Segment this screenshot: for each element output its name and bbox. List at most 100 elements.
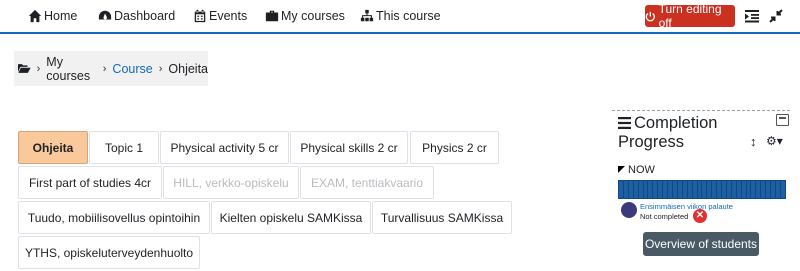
progress-segment bbox=[722, 181, 726, 198]
tab-label: First part of studies 4cr bbox=[28, 175, 152, 190]
tab-label: Tuudo, mobiilisovellus opintoihin bbox=[27, 210, 201, 225]
progress-segment bbox=[780, 181, 785, 198]
progress-segment bbox=[648, 181, 653, 198]
progress-segment bbox=[628, 181, 633, 198]
now-marker-icon bbox=[618, 166, 625, 173]
nav-events[interactable]: Events bbox=[193, 0, 247, 32]
progress-segment bbox=[731, 181, 736, 198]
progress-segment bbox=[623, 181, 628, 198]
nav-dashboard[interactable]: Dashboard bbox=[98, 0, 175, 32]
nav-home-label: Home bbox=[44, 9, 78, 23]
tab-label: HILL, verkko-opiskelu bbox=[173, 175, 289, 190]
tab-label: Kielten opiskelu SAMKissa bbox=[219, 210, 363, 225]
progress-segment bbox=[761, 181, 766, 198]
briefcase-icon bbox=[265, 10, 279, 22]
tab-label: Physical skills 2 cr bbox=[300, 140, 398, 155]
nav-dashboard-label: Dashboard bbox=[114, 9, 176, 23]
tab-ohjeita[interactable]: Ohjeita bbox=[18, 131, 88, 164]
dashboard-icon bbox=[98, 10, 112, 20]
nav-my-courses-label: My courses bbox=[281, 9, 345, 23]
nav-my-courses[interactable]: My courses bbox=[265, 0, 345, 32]
breadcrumb-separator-icon: › bbox=[102, 62, 107, 75]
breadcrumb-separator-icon: › bbox=[158, 62, 163, 75]
tab-label: Physics 2 cr bbox=[422, 140, 487, 155]
completion-progress-title-text: Completion Progress bbox=[618, 114, 718, 151]
turn-editing-off-label: Turn editing off bbox=[658, 2, 722, 30]
activity-status: Not completed bbox=[640, 212, 689, 221]
tab-label: EXAM, tenttiakvaario bbox=[310, 175, 424, 190]
block-divider bbox=[612, 110, 790, 111]
home-icon bbox=[28, 9, 42, 23]
tab-topic-1[interactable]: Topic 1 bbox=[89, 131, 159, 164]
progress-segment bbox=[712, 181, 717, 198]
activity-link[interactable]: Ensimmäisen viikon palaute bbox=[640, 202, 733, 211]
top-navbar: Home Dashboard Events My courses This co… bbox=[0, 0, 800, 34]
activity-feedback-icon bbox=[621, 202, 637, 218]
progress-segment bbox=[771, 181, 775, 198]
progress-segment bbox=[766, 181, 771, 198]
progress-segment bbox=[692, 181, 697, 198]
nav-events-label: Events bbox=[209, 9, 248, 23]
tab-yths[interactable]: YTHS, opiskeluterveydenhuolto bbox=[18, 236, 200, 269]
compress-icon[interactable] bbox=[768, 8, 784, 24]
progress-segment bbox=[776, 181, 780, 198]
progress-bar[interactable] bbox=[618, 180, 786, 199]
now-label: NOW bbox=[628, 164, 655, 176]
tab-tuudo[interactable]: Tuudo, mobiilisovellus opintoihin bbox=[18, 201, 210, 234]
progress-segment bbox=[619, 181, 623, 198]
progress-segment bbox=[663, 181, 668, 198]
tab-exam: EXAM, tenttiakvaario bbox=[300, 166, 434, 199]
overview-of-students-button[interactable]: Overview of students bbox=[643, 232, 759, 256]
progress-segment bbox=[677, 181, 682, 198]
progress-segment bbox=[726, 181, 731, 198]
completion-progress-title: Completion Progress bbox=[618, 114, 728, 152]
not-completed-x-icon: ✕ bbox=[693, 209, 707, 223]
progress-segment bbox=[736, 181, 741, 198]
sitemap-icon bbox=[360, 9, 374, 22]
progress-segment bbox=[682, 181, 687, 198]
hamburger-icon bbox=[618, 117, 631, 129]
now-indicator: NOW bbox=[618, 164, 655, 176]
progress-segment bbox=[633, 181, 638, 198]
tab-label: Topic 1 bbox=[104, 140, 144, 155]
breadcrumb-course[interactable]: Course bbox=[112, 62, 152, 76]
move-block-icon[interactable]: ↕ bbox=[750, 134, 757, 149]
tab-physics[interactable]: Physics 2 cr bbox=[410, 131, 499, 164]
progress-segment bbox=[668, 181, 672, 198]
nav-this-course[interactable]: This course bbox=[360, 0, 441, 32]
progress-segment bbox=[702, 181, 707, 198]
tab-label: YTHS, opiskeluterveydenhuolto bbox=[24, 245, 194, 260]
progress-segment bbox=[756, 181, 761, 198]
tab-label: Ohjeita bbox=[32, 140, 74, 155]
tab-label: Turvallisuus SAMKissa bbox=[380, 210, 504, 225]
tab-physical-activity[interactable]: Physical activity 5 cr bbox=[160, 131, 289, 164]
block-settings-gear-icon[interactable]: ⚙▾ bbox=[766, 134, 783, 148]
tab-first-part-of-studies[interactable]: First part of studies 4cr bbox=[18, 166, 162, 199]
progress-segment bbox=[653, 181, 658, 198]
progress-segment bbox=[658, 181, 663, 198]
turn-editing-off-button[interactable]: Turn editing off bbox=[645, 2, 735, 30]
breadcrumb-current: Ohjeita bbox=[168, 61, 208, 76]
tab-hill: HILL, verkko-opiskelu bbox=[163, 166, 299, 199]
progress-segment bbox=[697, 181, 702, 198]
breadcrumb-my-courses[interactable]: My courses bbox=[46, 55, 96, 83]
calendar-icon bbox=[194, 9, 206, 23]
tab-label: Physical activity 5 cr bbox=[170, 140, 279, 155]
progress-segment bbox=[687, 181, 692, 198]
nav-this-course-label: This course bbox=[376, 9, 441, 23]
tab-kielten-opiskelu[interactable]: Kielten opiskelu SAMKissa bbox=[211, 201, 371, 234]
nav-home[interactable]: Home bbox=[28, 0, 77, 32]
indent-icon[interactable] bbox=[744, 8, 760, 24]
folder-open-icon[interactable] bbox=[18, 62, 31, 75]
progress-segment bbox=[717, 181, 722, 198]
breadcrumb-separator-icon: › bbox=[36, 62, 41, 75]
progress-segment bbox=[638, 181, 643, 198]
progress-segment bbox=[746, 181, 751, 198]
progress-segment bbox=[707, 181, 712, 198]
collapse-block-icon[interactable] bbox=[776, 114, 789, 126]
power-icon bbox=[645, 11, 655, 21]
progress-segment bbox=[643, 181, 648, 198]
tab-physical-skills[interactable]: Physical skills 2 cr bbox=[290, 131, 408, 164]
progress-segment bbox=[751, 181, 756, 198]
tab-turvallisuus[interactable]: Turvallisuus SAMKissa bbox=[372, 201, 512, 234]
